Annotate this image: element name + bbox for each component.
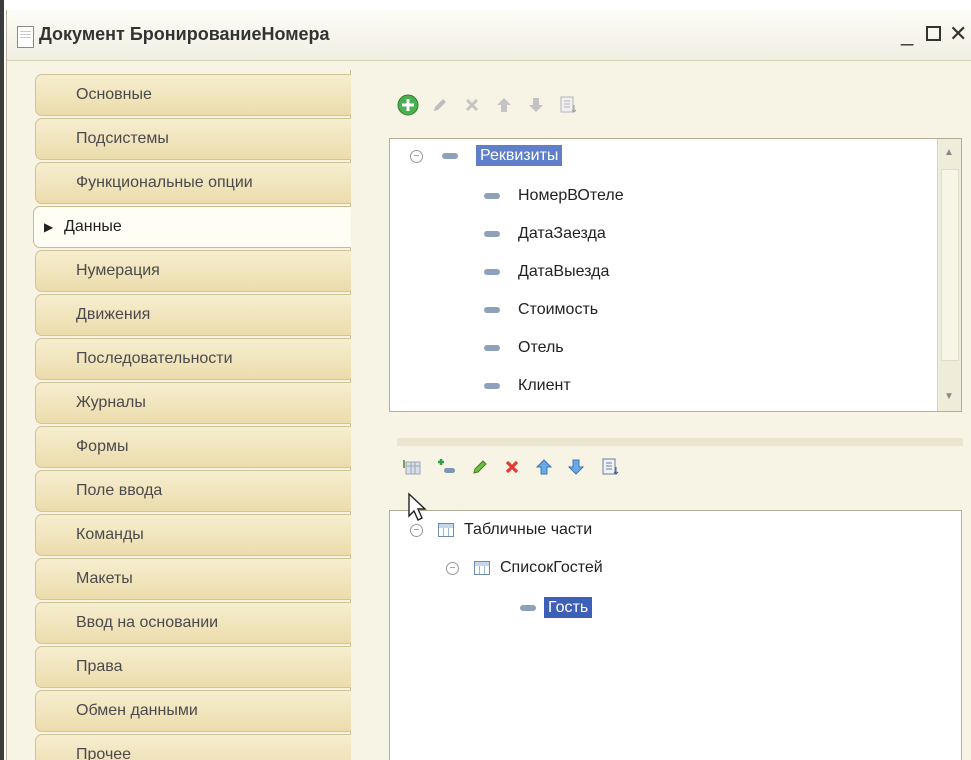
tab-komandy[interactable]: Команды	[35, 514, 351, 556]
tree-item[interactable]: Стоимость	[484, 295, 598, 325]
tab-zhurnaly[interactable]: Журналы	[35, 382, 351, 424]
tree-item[interactable]: ДатаЗаезда	[484, 219, 606, 249]
tab-label: Права	[76, 658, 123, 675]
add-circle-icon[interactable]	[395, 92, 421, 118]
collapse-icon[interactable]: −	[446, 562, 459, 575]
tab-list: Основные Подсистемы Функциональные опции…	[33, 74, 351, 760]
scroll-down-icon[interactable]: ▼	[941, 389, 957, 405]
tree-item-field[interactable]: Гость	[520, 593, 593, 623]
delete-icon[interactable]	[459, 92, 485, 118]
tree-item-label: Гость	[544, 597, 593, 618]
active-tab-arrow-icon: ▶	[44, 220, 54, 234]
attributes-tree[interactable]: − Реквизиты НомерВОтеле ДатаЗаезда ДатаВ…	[389, 138, 962, 412]
tab-funkcionalnye-opcii[interactable]: Функциональные опции	[35, 162, 351, 204]
tab-prochee[interactable]: Прочее	[35, 734, 351, 760]
tabular-toolbar	[399, 454, 719, 484]
pencil-icon[interactable]	[467, 454, 493, 480]
tree-item-label: Стоимость	[518, 301, 599, 318]
tab-dannye[interactable]: ▶ Данные	[33, 206, 351, 248]
attribute-icon	[442, 152, 458, 159]
arrow-down-icon[interactable]	[563, 454, 589, 480]
attribute-icon	[484, 382, 500, 389]
tab-dvizheniya[interactable]: Движения	[35, 294, 351, 336]
tab-formy[interactable]: Формы	[35, 426, 351, 468]
tab-label: Прочее	[76, 746, 132, 760]
add-table-icon[interactable]	[399, 454, 425, 480]
tab-label: Нумерация	[76, 262, 160, 279]
tab-label: Формы	[76, 438, 129, 455]
tab-label: Движения	[76, 306, 151, 323]
left-edge	[0, 0, 4, 760]
tree-item[interactable]: НомерВОтеле	[484, 181, 624, 211]
table-icon	[474, 560, 490, 575]
arrow-up-icon[interactable]	[491, 92, 517, 118]
tab-prava[interactable]: Права	[35, 646, 351, 688]
tree-item[interactable]: Отель	[484, 333, 564, 363]
collapse-icon[interactable]: −	[410, 150, 423, 163]
tree-root-tabular[interactable]: Табличные части	[438, 515, 592, 545]
tab-label: Основные	[76, 86, 152, 103]
tab-pole-vvoda[interactable]: Поле ввода	[35, 470, 351, 512]
tree-item-label: Клиент	[518, 377, 571, 394]
attributes-toolbar	[395, 92, 695, 122]
arrow-down-icon[interactable]	[523, 92, 549, 118]
vertical-scrollbar[interactable]: ▲ ▼	[937, 139, 961, 411]
tree-item[interactable]: ДатаВыезда	[484, 257, 609, 287]
tab-label: Журналы	[76, 394, 146, 411]
tab-label: Подсистемы	[76, 130, 169, 147]
tree-item[interactable]: Клиент	[484, 371, 571, 401]
tab-osnovnye[interactable]: Основные	[35, 74, 351, 116]
attribute-icon	[484, 192, 500, 199]
tab-label: Поле ввода	[76, 482, 163, 499]
tree-root-label: Реквизиты	[476, 145, 563, 166]
attribute-icon	[520, 604, 536, 611]
attribute-icon	[484, 268, 500, 275]
splitter[interactable]	[397, 438, 963, 446]
tabular-sections-tree[interactable]: − Табличные части − СписокГостей Гость	[389, 510, 962, 760]
tab-label: Последовательности	[76, 350, 233, 367]
arrow-up-icon[interactable]	[531, 454, 557, 480]
add-child-icon[interactable]	[433, 454, 459, 480]
tree-item-label: НомерВОтеле	[518, 187, 624, 204]
document-window: Документ БронированиеНомера _ ✕ Основные…	[6, 10, 971, 760]
table-icon	[438, 522, 454, 537]
tree-item-label: СписокГостей	[500, 559, 603, 576]
delete-icon[interactable]	[499, 454, 525, 480]
tree-item-label: Отель	[518, 339, 564, 356]
tree-item-table[interactable]: СписокГостей	[474, 553, 603, 583]
tab-obmen-dannymi[interactable]: Обмен данными	[35, 690, 351, 732]
tree-item-label: ДатаВыезда	[518, 263, 610, 280]
tab-label: Команды	[76, 526, 144, 543]
scroll-up-icon[interactable]: ▲	[941, 145, 957, 161]
attribute-icon	[484, 230, 500, 237]
sort-list-icon[interactable]	[555, 92, 581, 118]
sort-list-icon[interactable]	[597, 454, 623, 480]
collapse-icon[interactable]: −	[410, 524, 423, 537]
document-icon	[17, 26, 34, 48]
window-title: Документ БронированиеНомера	[39, 24, 330, 44]
pencil-icon[interactable]	[427, 92, 453, 118]
attribute-icon	[484, 306, 500, 313]
attribute-icon	[484, 344, 500, 351]
close-button[interactable]: ✕	[949, 21, 967, 47]
tree-item-label: ДатаЗаезда	[518, 225, 606, 242]
tab-posledovatelnosti[interactable]: Последовательности	[35, 338, 351, 380]
tab-label: Функциональные опции	[76, 174, 253, 191]
tree-root-rekvizity[interactable]: Реквизиты	[442, 141, 563, 171]
maximize-button[interactable]	[926, 26, 941, 41]
tab-vvod-na-osnovanii[interactable]: Ввод на основании	[35, 602, 351, 644]
tree-root-label: Табличные части	[464, 521, 593, 538]
minimize-button[interactable]: _	[901, 21, 913, 47]
scroll-thumb[interactable]	[941, 169, 959, 361]
title-bar: Документ БронированиеНомера _ ✕	[7, 10, 971, 61]
tab-label: Макеты	[76, 570, 133, 587]
tab-makety[interactable]: Макеты	[35, 558, 351, 600]
tab-label: Данные	[64, 218, 122, 235]
tab-label: Обмен данными	[76, 702, 198, 719]
tab-podsistemy[interactable]: Подсистемы	[35, 118, 351, 160]
tab-numeraciya[interactable]: Нумерация	[35, 250, 351, 292]
mouse-cursor-icon	[408, 492, 427, 521]
tab-label: Ввод на основании	[76, 614, 219, 631]
